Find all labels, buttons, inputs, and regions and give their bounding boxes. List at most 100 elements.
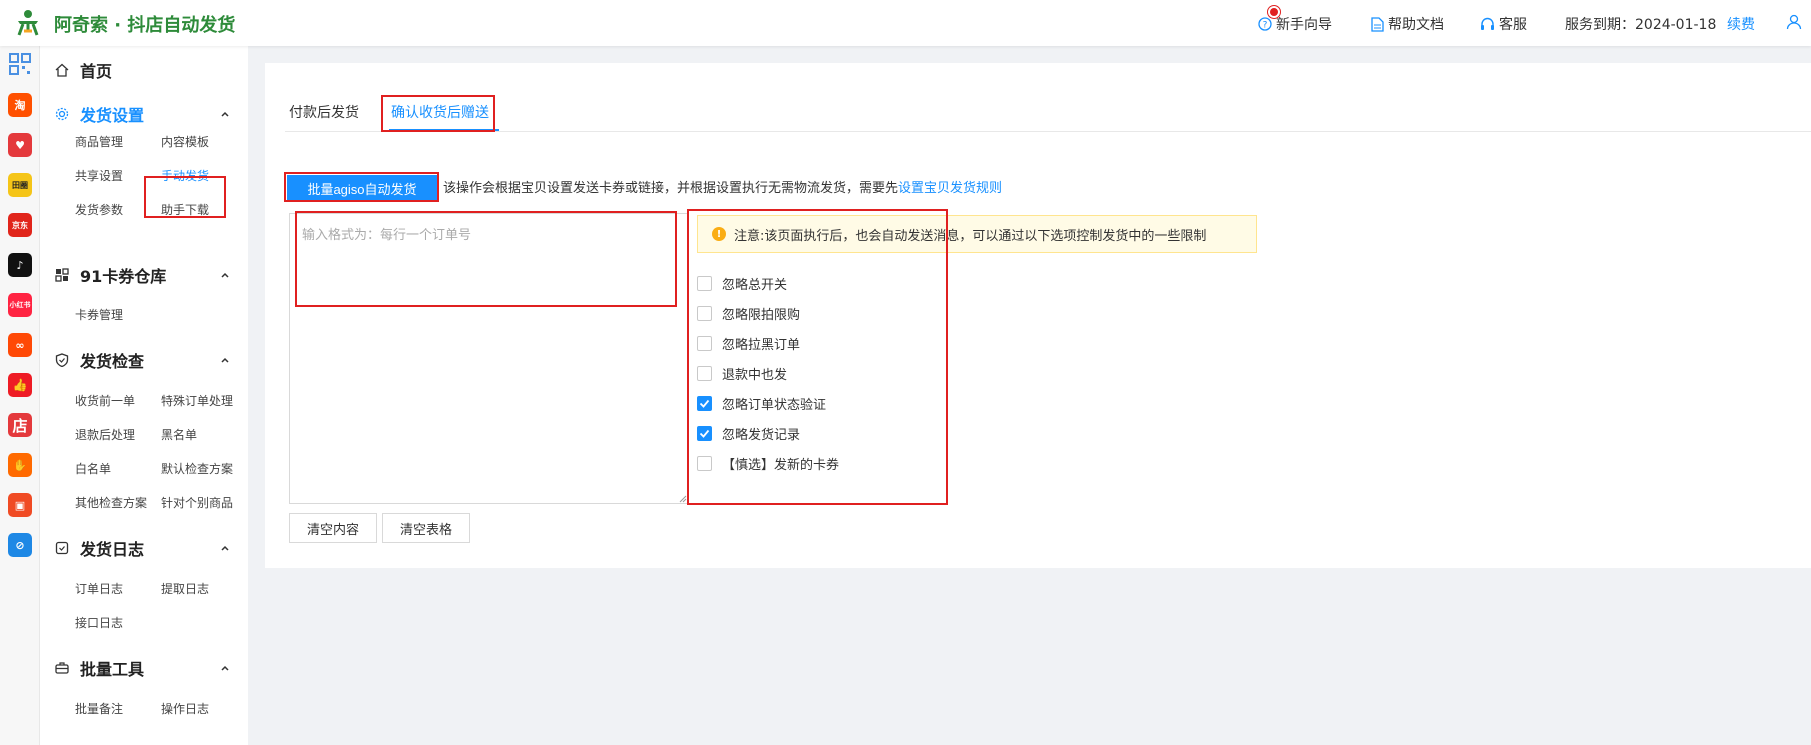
user-icon[interactable] xyxy=(1786,14,1802,30)
chevron-up-icon[interactable] xyxy=(220,663,230,673)
notification-dot xyxy=(1268,6,1280,18)
home-icon xyxy=(54,62,70,78)
sidebar-item-operation-log[interactable]: 操作日志 xyxy=(161,700,209,717)
headset-icon xyxy=(1481,17,1494,30)
option-ignore-ship-records[interactable]: 忽略发货记录 xyxy=(697,424,801,443)
sidebar-group-label: 批量工具 xyxy=(80,660,145,679)
store-app-icon[interactable]: 店 xyxy=(8,413,32,437)
sidebar-item-ship-params[interactable]: 发货参数 xyxy=(75,201,123,218)
option-label: 忽略拉黑订单 xyxy=(722,337,801,353)
tab-after-payment[interactable]: 付款后发货 xyxy=(289,102,359,122)
warning-icon: ! xyxy=(712,227,726,241)
checkbox[interactable] xyxy=(697,275,712,291)
checkbox[interactable] xyxy=(697,455,712,471)
sidebar-group-ship-check[interactable]: 发货检查 xyxy=(54,348,144,372)
sidebar-item-content-template[interactable]: 内容模板 xyxy=(161,133,209,150)
sidebar-group-batch-tools[interactable]: 批量工具 xyxy=(54,656,144,680)
batch-auto-ship-button[interactable]: 批量agiso自动发货 xyxy=(287,175,437,201)
sidebar: 首页 发货设置 商品管理 内容模板 共享设置 手动发货 发货参数 助手下载 91… xyxy=(40,46,248,745)
checkbox-checked[interactable] xyxy=(697,395,712,411)
resize-grip-icon[interactable] xyxy=(677,493,687,503)
sidebar-group-label: 发货日志 xyxy=(80,540,145,559)
tab-divider xyxy=(285,131,1811,132)
link-app-icon[interactable]: ⊘ xyxy=(8,533,32,557)
option-ship-during-refund[interactable]: 退款中也发 xyxy=(697,364,788,383)
sidebar-item-home[interactable]: 首页 xyxy=(54,58,112,82)
xiaohongshu-app-icon[interactable]: 小红书 xyxy=(8,293,32,317)
sidebar-item-batch-remark[interactable]: 批量备注 xyxy=(75,700,123,717)
sidebar-item-assistant-download[interactable]: 助手下载 xyxy=(161,201,209,218)
sidebar-item-specific-product[interactable]: 针对个别商品 xyxy=(161,494,233,511)
sidebar-item-special-order[interactable]: 特殊订单处理 xyxy=(161,392,233,409)
checkbox[interactable] xyxy=(697,335,712,351)
service-expiry: 服务到期：2024-01-18 xyxy=(1565,17,1717,33)
option-label: 忽略订单状态验证 xyxy=(722,397,827,413)
thumb-app-icon[interactable]: 👍 xyxy=(8,373,32,397)
option-label: 忽略发货记录 xyxy=(722,427,801,443)
guide-link[interactable]: ? 新手向导 xyxy=(1258,14,1332,34)
main-content-card: 付款后发货 确认收货后赠送 批量agiso自动发货 该操作会根据宝贝设置发送卡券… xyxy=(265,63,1811,568)
logo-icon xyxy=(17,10,39,36)
option-send-new-card[interactable]: 【慎选】发新的卡券 xyxy=(697,454,840,473)
checkbox-checked[interactable] xyxy=(697,425,712,441)
sidebar-item-extract-log[interactable]: 提取日志 xyxy=(161,580,209,597)
option-ignore-purchase-limit[interactable]: 忽略限拍限购 xyxy=(697,304,801,323)
sidebar-item-default-check-plan[interactable]: 默认检查方案 xyxy=(161,460,233,477)
description-text: 该操作会根据宝贝设置发送卡券或链接，并根据设置执行无需物流发货，需要先 xyxy=(443,181,899,196)
guide-label: 新手向导 xyxy=(1276,17,1332,33)
option-label: 退款中也发 xyxy=(722,367,788,383)
help-docs-label: 帮助文档 xyxy=(1388,17,1444,33)
chevron-up-icon[interactable] xyxy=(220,109,230,119)
qr-app-icon[interactable] xyxy=(8,52,32,76)
svg-text:?: ? xyxy=(1263,21,1268,31)
sidebar-item-card-manage[interactable]: 卡券管理 xyxy=(75,306,123,323)
clear-content-button[interactable]: 清空内容 xyxy=(289,513,377,543)
bag-app-icon[interactable]: ✋ xyxy=(8,453,32,477)
shield-icon xyxy=(54,352,70,368)
sidebar-group-card-warehouse[interactable]: 91卡券仓库 xyxy=(54,263,166,287)
chevron-up-icon[interactable] xyxy=(220,270,230,280)
kuaishou-app-icon[interactable]: ∞ xyxy=(8,333,32,357)
tab-after-receipt-gift[interactable]: 确认收货后赠送 xyxy=(391,102,489,122)
question-icon: ? xyxy=(1258,17,1272,31)
sidebar-item-whitelist[interactable]: 白名单 xyxy=(75,460,111,477)
heart-app-icon[interactable]: ♥ xyxy=(8,133,32,157)
sidebar-item-other-check-plan[interactable]: 其他检查方案 xyxy=(75,494,147,511)
sidebar-item-product-manage[interactable]: 商品管理 xyxy=(75,133,123,150)
notice-text: 注意:该页面执行后，也会自动发送消息，可以通过以下选项控制发货中的一些限制 xyxy=(734,228,1207,244)
sidebar-item-api-log[interactable]: 接口日志 xyxy=(75,614,123,631)
sidebar-item-manual-ship[interactable]: 手动发货 xyxy=(161,167,209,184)
option-ignore-master-switch[interactable]: 忽略总开关 xyxy=(697,274,787,293)
help-docs-link[interactable]: 帮助文档 xyxy=(1371,14,1444,34)
option-label: 【慎选】发新的卡券 xyxy=(722,457,840,473)
douyin-app-icon[interactable]: ♪ xyxy=(8,253,32,277)
sidebar-item-order-log[interactable]: 订单日志 xyxy=(75,580,123,597)
sidebar-item-post-refund[interactable]: 退款后处理 xyxy=(75,426,135,443)
sidebar-item-pre-receipt-order[interactable]: 收货前一单 xyxy=(75,392,135,409)
order-number-input[interactable] xyxy=(289,213,689,504)
customer-service-link[interactable]: 客服 xyxy=(1480,14,1527,34)
chevron-up-icon[interactable] xyxy=(220,355,230,365)
checkbox[interactable] xyxy=(697,365,712,381)
sidebar-item-blacklist[interactable]: 黑名单 xyxy=(161,426,197,443)
app-switcher-strip: 淘 ♥ 田圈 京东 ♪ 小红书 ∞ 👍 店 ✋ ▣ ⊘ xyxy=(0,46,40,745)
checkbox[interactable] xyxy=(697,305,712,321)
option-ignore-order-status-check[interactable]: 忽略订单状态验证 xyxy=(697,394,827,413)
jd-app-icon[interactable]: 京东 xyxy=(8,213,32,237)
customer-service-label: 客服 xyxy=(1499,17,1527,33)
sidebar-group-ship-settings[interactable]: 发货设置 xyxy=(54,102,144,126)
basket-app-icon[interactable]: ▣ xyxy=(8,493,32,517)
sidebar-home-label: 首页 xyxy=(80,62,113,81)
document-icon xyxy=(1371,16,1384,32)
clear-table-button[interactable]: 清空表格 xyxy=(382,513,470,543)
taobao-app-icon[interactable]: 淘 xyxy=(8,93,32,117)
option-label: 忽略限拍限购 xyxy=(722,307,801,323)
set-ship-rules-link[interactable]: 设置宝贝发货规则 xyxy=(898,181,1002,196)
renew-link[interactable]: 续费 xyxy=(1727,14,1755,34)
option-ignore-blocked-orders[interactable]: 忽略拉黑订单 xyxy=(697,334,801,353)
shop-app-icon[interactable]: 田圈 xyxy=(8,173,32,197)
batch-description: 该操作会根据宝贝设置发送卡券或链接，并根据设置执行无需物流发货，需要先设置宝贝发… xyxy=(443,177,1002,196)
sidebar-item-share-settings[interactable]: 共享设置 xyxy=(75,167,123,184)
sidebar-group-ship-log[interactable]: 发货日志 xyxy=(54,536,144,560)
chevron-up-icon[interactable] xyxy=(220,543,230,553)
